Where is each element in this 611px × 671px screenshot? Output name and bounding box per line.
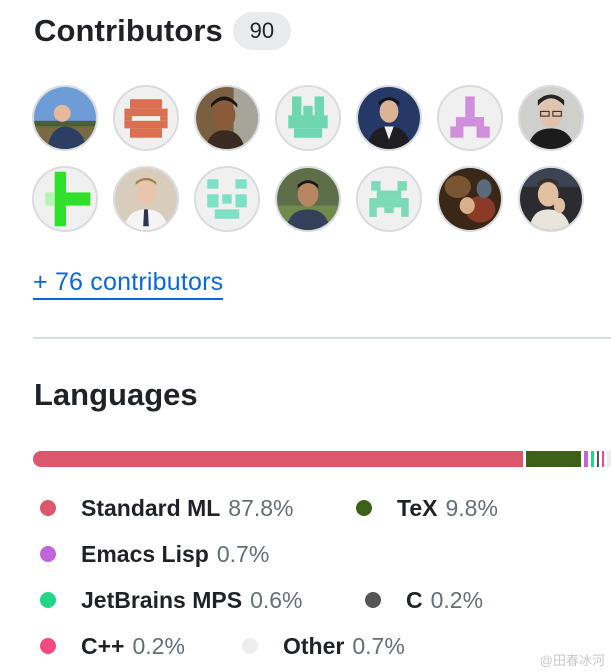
avatar-photo-smiling[interactable] — [194, 85, 260, 151]
avatar-identicon-green[interactable] — [32, 166, 98, 232]
language-bar-segment-tex[interactable] — [526, 451, 584, 467]
more-contributors-link[interactable]: + 76 contributors — [33, 268, 224, 300]
language-item-jetbrains-mps[interactable]: JetBrains MPS 0.6% — [40, 587, 365, 614]
avatar-photo-painting[interactable] — [437, 166, 503, 232]
avatar-identicon-mint[interactable] — [275, 85, 341, 151]
language-percent: 87.8% — [228, 494, 294, 521]
avatar-photo-glasses[interactable] — [518, 85, 584, 151]
language-name: Emacs Lisp — [81, 540, 209, 567]
contributors-languages-panel: Contributors 90 + 76 contributors Langua… — [0, 0, 611, 671]
language-bar — [33, 451, 611, 467]
language-legend: Standard ML 87.8% TeX 9.8% Emacs Lisp 0.… — [40, 485, 600, 669]
legend-row: Emacs Lisp 0.7% — [40, 531, 600, 577]
avatar-identicon-invader[interactable] — [356, 166, 422, 232]
avatar-photo-gesture[interactable] — [518, 166, 584, 232]
section-divider — [33, 337, 611, 339]
legend-row: JetBrains MPS 0.6% C 0.2% — [40, 577, 600, 623]
avatar-identicon-orange[interactable] — [113, 85, 179, 151]
contributors-header: Contributors 90 — [34, 12, 291, 50]
contributor-avatars — [32, 85, 592, 247]
language-item-tex[interactable]: TeX 9.8% — [356, 495, 498, 522]
standard-ml-color-dot — [40, 500, 56, 516]
language-item-cpp[interactable]: C++ 0.2% — [40, 633, 242, 660]
language-name: TeX — [397, 494, 438, 521]
avatar-photo-outdoor[interactable] — [32, 85, 98, 151]
jetbrains-mps-color-dot — [40, 592, 56, 608]
language-percent: 0.6% — [250, 586, 303, 613]
avatar-row — [32, 166, 592, 232]
language-percent: 9.8% — [445, 494, 498, 521]
avatar-identicon-lilac[interactable] — [437, 85, 503, 151]
language-name: C — [406, 586, 423, 613]
legend-row: C++ 0.2% Other 0.7% — [40, 623, 600, 669]
avatar-photo-park[interactable] — [275, 166, 341, 232]
language-item-emacs-lisp[interactable]: Emacs Lisp 0.7% — [40, 541, 269, 568]
language-percent: 0.2% — [132, 632, 185, 659]
cpp-color-dot — [40, 638, 56, 654]
emacs-lisp-color-dot — [40, 546, 56, 562]
contributors-count-badge: 90 — [232, 12, 291, 50]
c-color-dot — [365, 592, 381, 608]
language-bar-segment-standard-ml[interactable] — [33, 451, 527, 467]
legend-row: Standard ML 87.8% TeX 9.8% — [40, 485, 600, 531]
avatar-photo-suit[interactable] — [356, 85, 422, 151]
tex-color-dot — [356, 500, 372, 516]
language-item-standard-ml[interactable]: Standard ML 87.8% — [40, 495, 356, 522]
language-bar-segment-emacs-lisp[interactable] — [583, 451, 591, 467]
language-name: C++ — [81, 632, 125, 659]
language-percent: 0.7% — [352, 632, 405, 659]
watermark-text: @田春冰河 — [539, 653, 605, 668]
contributors-title[interactable]: Contributors — [34, 13, 223, 49]
other-color-dot — [242, 638, 258, 654]
language-bar-segment-other[interactable] — [607, 451, 611, 467]
language-item-other[interactable]: Other 0.7% — [242, 633, 405, 660]
language-name: Standard ML — [81, 494, 221, 521]
avatar-row — [32, 85, 592, 151]
language-name: Other — [283, 632, 345, 659]
avatar-identicon-teal[interactable] — [194, 166, 260, 232]
language-percent: 0.2% — [430, 586, 484, 613]
language-percent: 0.7% — [216, 540, 270, 567]
avatar-photo-tie[interactable] — [113, 166, 179, 232]
languages-title: Languages — [34, 377, 198, 412]
language-item-c[interactable]: C 0.2% — [365, 587, 483, 614]
language-name: JetBrains MPS — [81, 586, 243, 613]
